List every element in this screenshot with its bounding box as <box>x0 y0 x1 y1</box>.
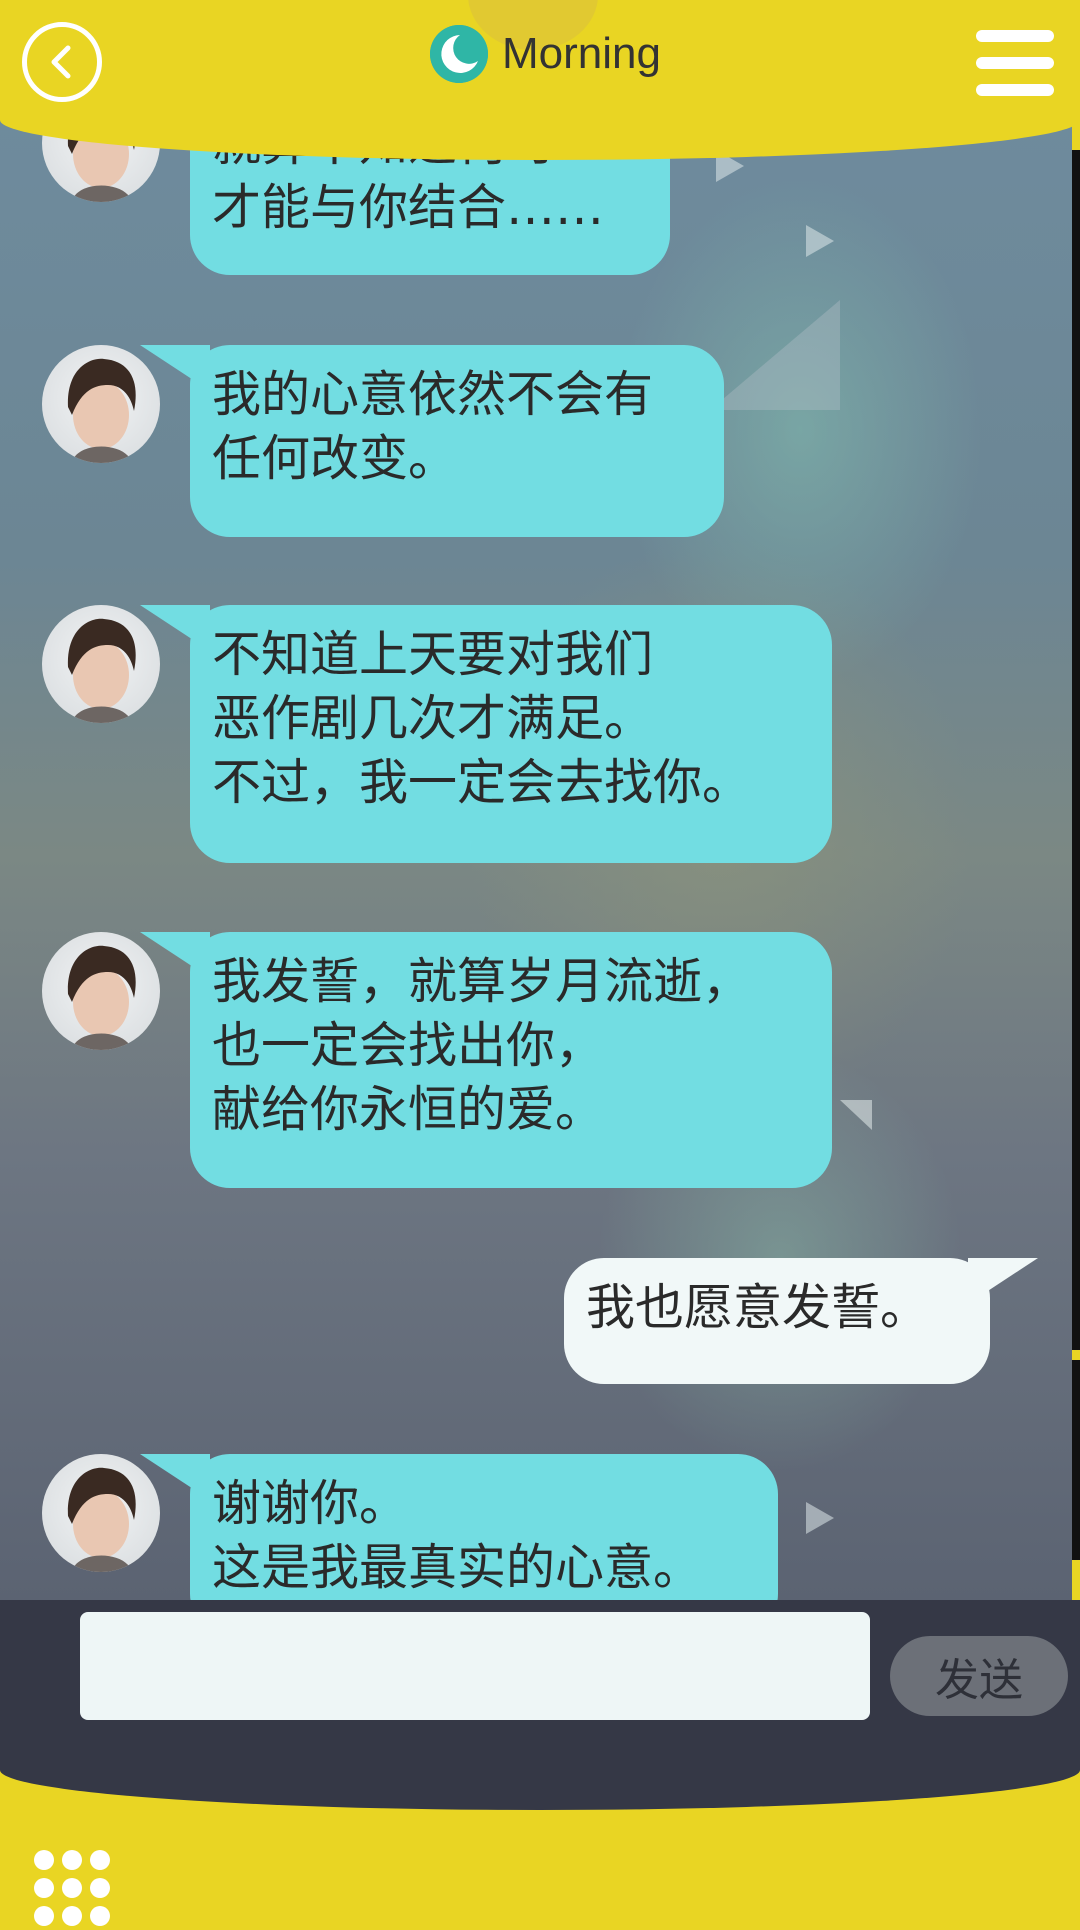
message-bubble[interactable]: 我发誓，就算岁月流逝， 也一定会找出你， 献给你永恒的爱。 <box>140 932 832 1188</box>
top-bar: Morning <box>0 0 1080 160</box>
message-bubble[interactable]: 我的心意依然不会有 任何改变。 <box>140 345 724 537</box>
grid-dots-icon <box>34 1850 54 1870</box>
chevron-left-icon <box>51 45 71 79</box>
back-button[interactable] <box>22 22 102 102</box>
message-bubble[interactable]: 不知道上天要对我们 恶作剧几次才满足。 不过，我一定会去找你。 <box>140 605 832 863</box>
moon-icon <box>430 25 488 83</box>
message-bubble[interactable]: 我也愿意发誓。 <box>564 1258 1038 1384</box>
hamburger-menu-icon <box>976 30 1054 42</box>
input-bar: 发送 <box>0 1600 1080 1810</box>
scrollbar-track[interactable] <box>1072 150 1080 1350</box>
scrollbar-track-lower <box>1072 1360 1080 1560</box>
apps-grid-button[interactable] <box>34 1850 114 1930</box>
menu-button[interactable] <box>976 30 1054 96</box>
title-group: Morning <box>430 22 661 86</box>
message-input[interactable] <box>80 1612 870 1720</box>
page-title: Morning <box>502 29 661 78</box>
send-button[interactable]: 发送 <box>890 1636 1068 1716</box>
